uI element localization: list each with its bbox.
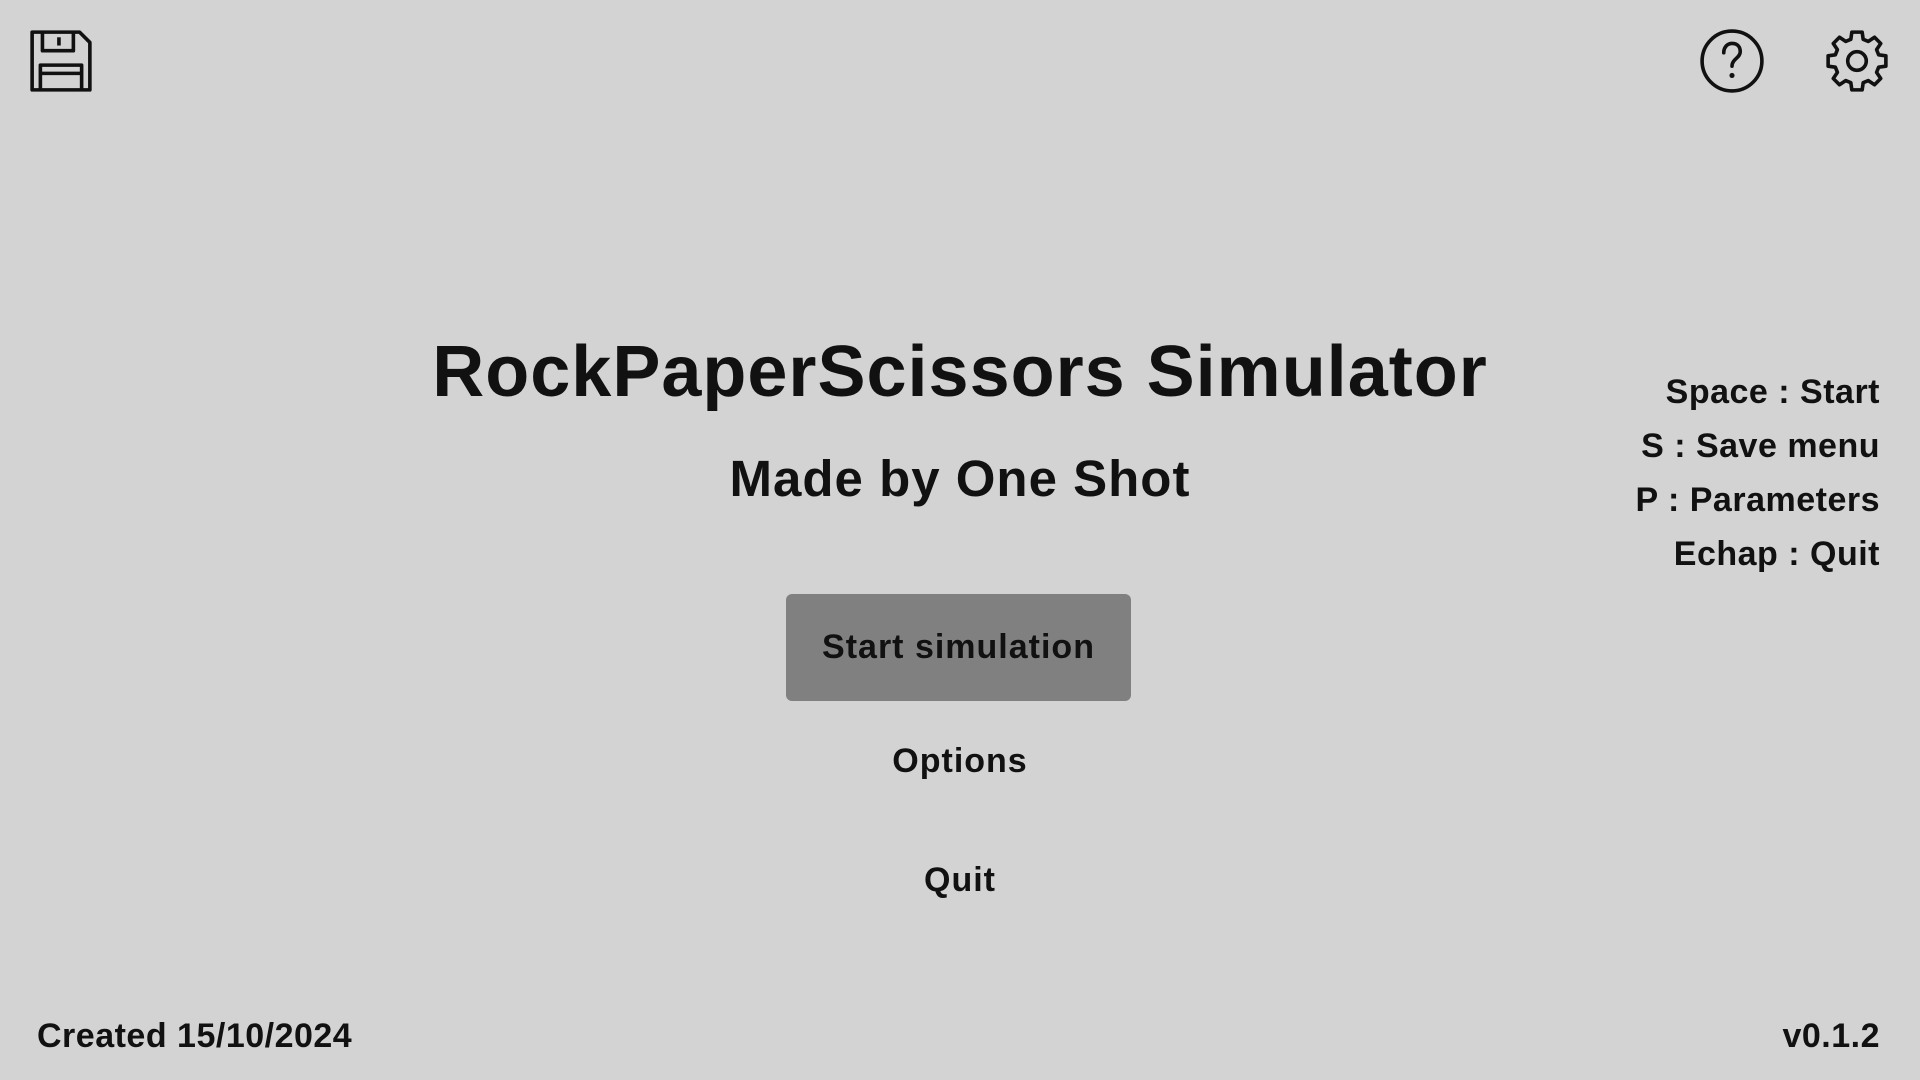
settings-button[interactable]: [1824, 28, 1890, 94]
shortcut-space: Space : Start: [1665, 373, 1880, 411]
floppy-disk-icon: [30, 30, 92, 92]
save-button[interactable]: [28, 28, 94, 94]
start-simulation-label: Start simulation: [822, 628, 1095, 666]
created-date: Created 15/10/2024: [37, 1017, 353, 1055]
app-title: RockPaperScissors Simulator: [432, 332, 1488, 412]
shortcut-parameters: P : Parameters: [1635, 481, 1880, 519]
start-simulation-button[interactable]: Start simulation: [786, 594, 1131, 701]
shortcut-quit: Echap : Quit: [1673, 535, 1880, 573]
shortcut-save: S : Save menu: [1641, 427, 1880, 465]
keyboard-shortcuts: Space : Start S : Save menu P : Paramete…: [1635, 370, 1880, 586]
question-mark-icon: [1700, 29, 1764, 93]
gear-icon: [1826, 30, 1888, 92]
quit-button[interactable]: Quit: [0, 861, 1920, 900]
options-button[interactable]: Options: [0, 742, 1920, 781]
version-label: v0.1.2: [1782, 1017, 1880, 1055]
help-button[interactable]: [1699, 28, 1765, 94]
app-subtitle: Made by One Shot: [729, 450, 1191, 507]
